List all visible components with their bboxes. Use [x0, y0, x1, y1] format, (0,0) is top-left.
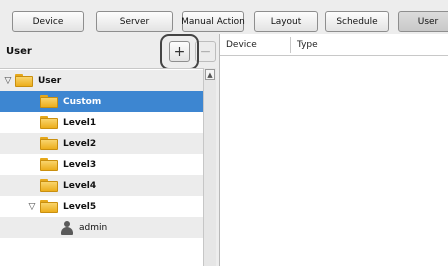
- scroll-up-icon[interactable]: ▲: [205, 69, 215, 80]
- column-header-device[interactable]: Device: [226, 40, 257, 50]
- manual-action-button[interactable]: Manual Action: [181, 11, 245, 32]
- tree-item-user[interactable]: ▽ User: [0, 70, 203, 91]
- column-divider[interactable]: [290, 37, 291, 53]
- tree-item-admin[interactable]: admin: [0, 217, 203, 238]
- tree-item-level4[interactable]: Level4: [0, 175, 203, 196]
- layout-button[interactable]: Layout: [254, 11, 318, 32]
- user-panel: User + − ▽ User Custom Level1 Level2 Lev…: [0, 34, 219, 266]
- tree-item-label: Custom: [63, 96, 102, 107]
- tree-item-level5[interactable]: ▽ Level5: [0, 196, 203, 217]
- device-table: Device Type: [220, 34, 448, 266]
- tree-item-label: User: [38, 75, 62, 86]
- folder-icon: [40, 200, 58, 213]
- table-header: Device Type: [220, 34, 448, 56]
- tree-item-level3[interactable]: Level3: [0, 154, 203, 175]
- server-button[interactable]: Server: [96, 11, 173, 32]
- tree-item-custom[interactable]: Custom: [0, 91, 203, 112]
- column-header-type[interactable]: Type: [297, 40, 318, 50]
- tree-item-label: Level1: [63, 117, 97, 128]
- tree-item-label: Level4: [63, 180, 97, 191]
- folder-icon: [40, 95, 58, 108]
- tree-item-label: Level5: [63, 201, 97, 212]
- tree-item-level1[interactable]: Level1: [0, 112, 203, 133]
- tree-empty-row: [0, 238, 203, 259]
- schedule-button[interactable]: Schedule: [325, 11, 389, 32]
- user-tree: ▽ User Custom Level1 Level2 Level3 Level…: [0, 68, 203, 266]
- add-button[interactable]: +: [169, 41, 190, 62]
- remove-button[interactable]: −: [195, 41, 216, 62]
- folder-icon: [40, 158, 58, 171]
- folder-icon: [40, 116, 58, 129]
- top-toolbar: Device Server Manual Action Layout Sched…: [0, 0, 448, 34]
- tree-item-level2[interactable]: Level2: [0, 133, 203, 154]
- device-button[interactable]: Device: [12, 11, 84, 32]
- expand-arrow-icon[interactable]: ▽: [3, 76, 13, 86]
- panel-title: User: [6, 46, 32, 57]
- tree-item-label: Level2: [63, 138, 97, 149]
- tree-item-label: admin: [79, 222, 108, 233]
- folder-icon: [15, 74, 33, 87]
- user-icon: [60, 220, 74, 235]
- tree-item-label: Level3: [63, 159, 97, 170]
- user-button[interactable]: User: [398, 11, 448, 32]
- folder-icon: [40, 179, 58, 192]
- folder-icon: [40, 137, 58, 150]
- expand-arrow-icon[interactable]: ▽: [27, 202, 37, 212]
- tree-scrollbar[interactable]: ▲: [203, 68, 216, 266]
